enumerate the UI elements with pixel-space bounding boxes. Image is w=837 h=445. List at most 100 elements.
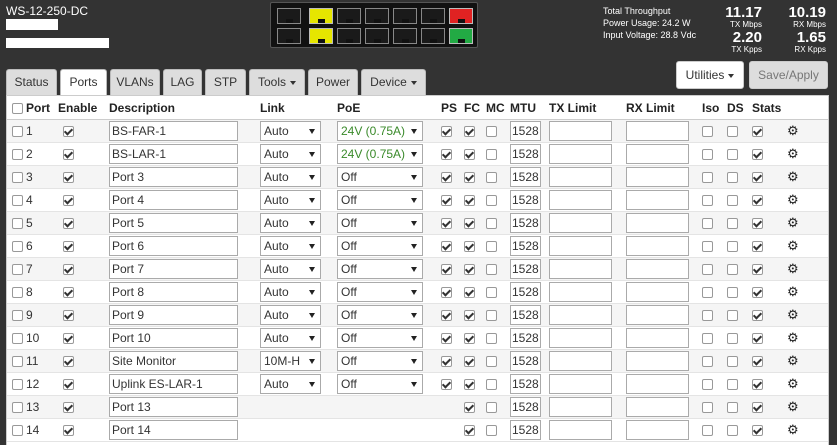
fc-checkbox[interactable] — [464, 195, 475, 207]
row-select-checkbox[interactable] — [12, 402, 23, 414]
mtu-input[interactable]: 1528 — [510, 236, 541, 256]
enable-checkbox[interactable] — [63, 356, 74, 368]
tx-limit-input[interactable] — [549, 351, 612, 371]
rx-limit-input[interactable] — [626, 420, 689, 440]
gear-icon[interactable]: ⚙ — [787, 123, 799, 138]
iso-checkbox[interactable] — [702, 149, 713, 161]
mc-checkbox[interactable] — [486, 149, 497, 161]
mc-checkbox[interactable] — [486, 126, 497, 138]
tab-lag[interactable]: LAG — [163, 69, 202, 95]
mtu-input[interactable]: 1528 — [510, 305, 541, 325]
tab-vlans[interactable]: VLANs — [110, 69, 160, 95]
mc-checkbox[interactable] — [486, 310, 497, 322]
iso-checkbox[interactable] — [702, 218, 713, 230]
ps-checkbox[interactable] — [441, 287, 452, 299]
tx-limit-input[interactable] — [549, 144, 612, 164]
stats-checkbox[interactable] — [752, 333, 763, 345]
link-select[interactable]: Auto — [260, 305, 321, 325]
fc-checkbox[interactable] — [464, 218, 475, 230]
row-select-checkbox[interactable] — [12, 126, 23, 138]
enable-checkbox[interactable] — [63, 379, 74, 391]
tx-limit-input[interactable] — [549, 121, 612, 141]
gear-icon[interactable]: ⚙ — [787, 192, 799, 207]
tx-limit-input[interactable] — [549, 420, 612, 440]
fc-checkbox[interactable] — [464, 172, 475, 184]
iso-checkbox[interactable] — [702, 264, 713, 276]
tx-limit-input[interactable] — [549, 213, 612, 233]
fc-checkbox[interactable] — [464, 402, 475, 414]
iso-checkbox[interactable] — [702, 356, 713, 368]
tx-limit-input[interactable] — [549, 190, 612, 210]
rx-limit-input[interactable] — [626, 213, 689, 233]
stats-checkbox[interactable] — [752, 379, 763, 391]
ps-checkbox[interactable] — [441, 356, 452, 368]
gear-icon[interactable]: ⚙ — [787, 146, 799, 161]
row-select-checkbox[interactable] — [12, 356, 23, 368]
poe-select[interactable]: 24V (0.75A) — [337, 144, 423, 164]
ds-checkbox[interactable] — [727, 333, 738, 345]
gear-icon[interactable]: ⚙ — [787, 330, 799, 345]
ds-checkbox[interactable] — [727, 379, 738, 391]
gear-icon[interactable]: ⚙ — [787, 169, 799, 184]
iso-checkbox[interactable] — [702, 333, 713, 345]
ds-checkbox[interactable] — [727, 287, 738, 299]
mtu-input[interactable]: 1528 — [510, 259, 541, 279]
ps-checkbox[interactable] — [441, 379, 452, 391]
mc-checkbox[interactable] — [486, 379, 497, 391]
tx-limit-input[interactable] — [549, 397, 612, 417]
ds-checkbox[interactable] — [727, 310, 738, 322]
link-select[interactable]: Auto — [260, 144, 321, 164]
mtu-input[interactable]: 1528 — [510, 397, 541, 417]
gear-icon[interactable]: ⚙ — [787, 376, 799, 391]
rx-limit-input[interactable] — [626, 305, 689, 325]
row-select-checkbox[interactable] — [12, 379, 23, 391]
fc-checkbox[interactable] — [464, 310, 475, 322]
row-select-checkbox[interactable] — [12, 333, 23, 345]
mtu-input[interactable]: 1528 — [510, 167, 541, 187]
description-input[interactable]: Site Monitor — [109, 351, 238, 371]
row-select-checkbox[interactable] — [12, 149, 23, 161]
mc-checkbox[interactable] — [486, 287, 497, 299]
ds-checkbox[interactable] — [727, 402, 738, 414]
enable-checkbox[interactable] — [63, 264, 74, 276]
rx-limit-input[interactable] — [626, 397, 689, 417]
poe-select[interactable]: Off — [337, 305, 423, 325]
tab-ports[interactable]: Ports — [60, 69, 107, 96]
gear-icon[interactable]: ⚙ — [787, 215, 799, 230]
poe-select[interactable]: Off — [337, 236, 423, 256]
ds-checkbox[interactable] — [727, 425, 738, 437]
stats-checkbox[interactable] — [752, 149, 763, 161]
description-input[interactable]: Port 8 — [109, 282, 238, 302]
gear-icon[interactable]: ⚙ — [787, 353, 799, 368]
ps-checkbox[interactable] — [441, 264, 452, 276]
description-input[interactable]: Port 10 — [109, 328, 238, 348]
ps-checkbox[interactable] — [441, 126, 452, 138]
stats-checkbox[interactable] — [752, 218, 763, 230]
stats-checkbox[interactable] — [752, 241, 763, 253]
link-select[interactable]: Auto — [260, 121, 321, 141]
ds-checkbox[interactable] — [727, 126, 738, 138]
tx-limit-input[interactable] — [549, 374, 612, 394]
tab-tools[interactable]: Tools — [249, 69, 305, 95]
ds-checkbox[interactable] — [727, 356, 738, 368]
description-input[interactable]: Uplink ES-LAR-1 — [109, 374, 238, 394]
fc-checkbox[interactable] — [464, 126, 475, 138]
link-select[interactable]: Auto — [260, 167, 321, 187]
rx-limit-input[interactable] — [626, 374, 689, 394]
enable-checkbox[interactable] — [63, 149, 74, 161]
row-select-checkbox[interactable] — [12, 172, 23, 184]
iso-checkbox[interactable] — [702, 379, 713, 391]
mtu-input[interactable]: 1528 — [510, 282, 541, 302]
fc-checkbox[interactable] — [464, 287, 475, 299]
fc-checkbox[interactable] — [464, 241, 475, 253]
iso-checkbox[interactable] — [702, 172, 713, 184]
rx-limit-input[interactable] — [626, 144, 689, 164]
mtu-input[interactable]: 1528 — [510, 374, 541, 394]
iso-checkbox[interactable] — [702, 241, 713, 253]
link-select[interactable]: Auto — [260, 374, 321, 394]
utilities-button[interactable]: Utilities — [676, 61, 744, 89]
poe-select[interactable]: 24V (0.75A) — [337, 121, 423, 141]
mc-checkbox[interactable] — [486, 264, 497, 276]
row-select-checkbox[interactable] — [12, 310, 23, 322]
ds-checkbox[interactable] — [727, 149, 738, 161]
